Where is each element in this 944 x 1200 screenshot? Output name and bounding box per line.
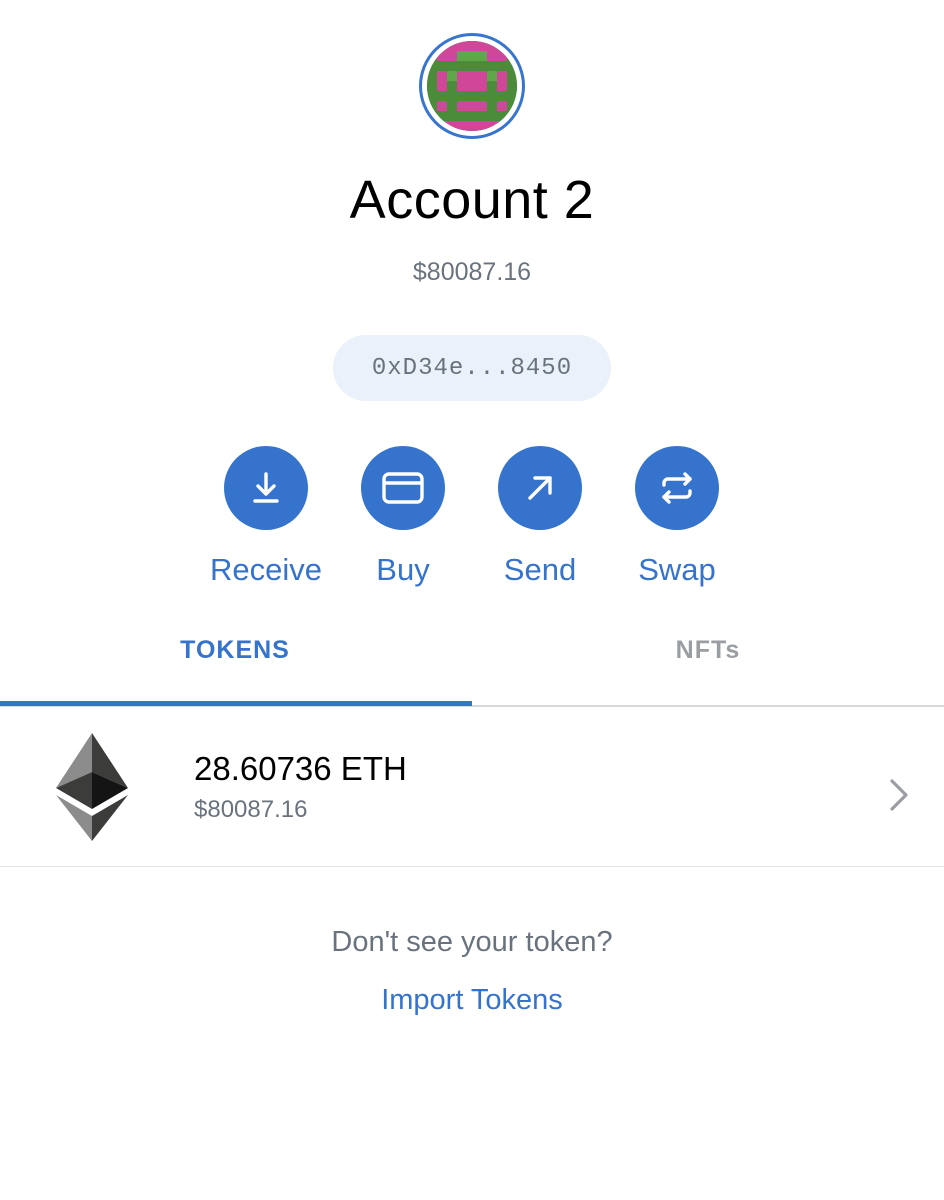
token-fiat-value: $80087.16 [194,796,308,823]
chevron-right-icon[interactable] [884,777,912,813]
tab-tokens[interactable]: TOKENS [0,630,472,670]
send-button[interactable]: Send [470,446,610,590]
buy-button[interactable]: Buy [333,446,473,590]
token-amount: 28.60736 ETH [194,750,407,787]
buy-label: Buy [376,552,430,587]
tab-nfts[interactable]: NFTs [472,630,944,670]
import-tokens-link[interactable]: Import Tokens [0,980,944,1020]
receive-button[interactable]: Receive [196,446,336,590]
missing-token-prompt: Don't see your token? [331,926,613,958]
account-address-button[interactable]: 0xD34e...8450 [333,335,611,401]
tab-active-indicator [0,701,472,706]
arrow-up-right-icon[interactable] [498,446,582,530]
receive-label: Receive [210,552,322,587]
send-label: Send [503,552,577,587]
ethereum-icon [56,733,128,841]
account-name[interactable]: Account 2 [0,168,944,232]
account-balance: $80087.16 [412,258,532,286]
credit-card-icon[interactable] [361,446,445,530]
swap-button[interactable]: Swap [607,446,747,590]
account-avatar[interactable] [419,33,525,139]
token-row-eth[interactable]: 28.60736 ETH $80087.16 [0,707,944,867]
tab-nfts-label: NFTs [675,636,741,664]
tab-tokens-label: TOKENS [180,636,290,664]
swap-label: Swap [638,552,716,587]
swap-arrows-icon[interactable] [635,446,719,530]
identicon-avatar-icon [427,41,517,131]
download-icon[interactable] [224,446,308,530]
